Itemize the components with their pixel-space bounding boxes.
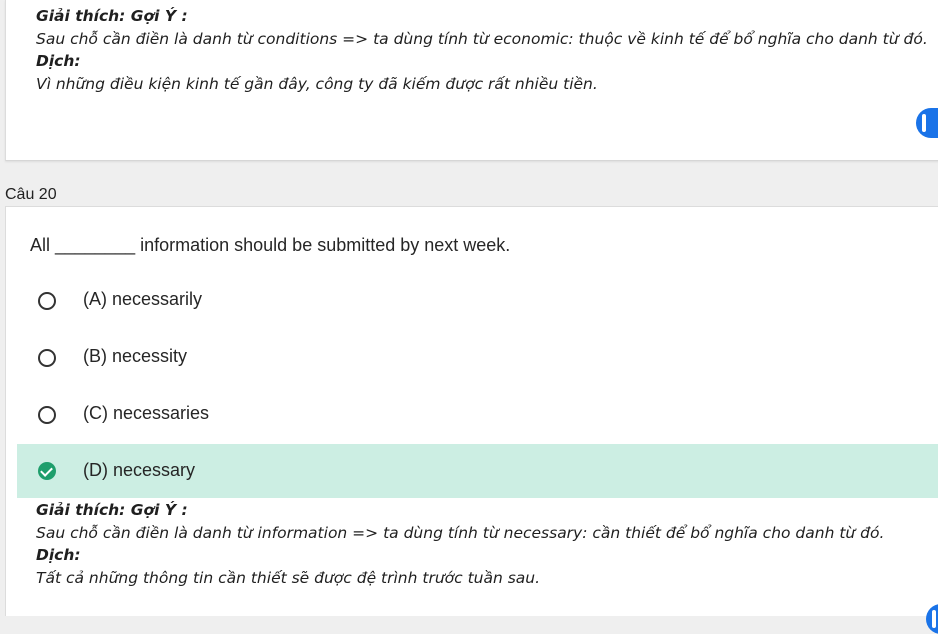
option-label: (B) necessity — [83, 346, 188, 366]
previous-question-card: Giải thích: Gợi Ý : Sau chỗ cần điền là … — [5, 0, 938, 161]
question-explanation: Giải thích: Gợi Ý : Sau chỗ cần điền là … — [36, 499, 884, 590]
previous-explanation: Giải thích: Gợi Ý : Sau chỗ cần điền là … — [36, 5, 928, 96]
option-label: (C) necessaries — [83, 403, 210, 423]
translation-heading: Dịch: — [36, 546, 81, 565]
answer-option-a[interactable]: (A) necessarily — [17, 273, 938, 327]
answer-option-c[interactable]: (C) necessaries — [17, 387, 938, 441]
explanation-text: Sau chỗ cần điền là danh từ information … — [36, 523, 885, 542]
check-circle-icon[interactable] — [38, 462, 56, 480]
question-card: All ________ information should be submi… — [5, 206, 938, 616]
radio-icon[interactable] — [38, 292, 56, 310]
radio-icon[interactable] — [38, 349, 56, 367]
option-label: (A) necessarily — [83, 289, 203, 309]
explanation-text: Sau chỗ cần điền là danh từ conditions =… — [36, 29, 928, 48]
translation-text: Tất cả những thông tin cần thiết sẽ được… — [36, 569, 541, 588]
explanation-heading: Giải thích: Gợi Ý : — [36, 7, 188, 25]
question-prompt: All ________ information should be submi… — [30, 235, 511, 255]
answer-option-b[interactable]: (B) necessity — [17, 330, 938, 384]
explanation-heading: Giải thích: Gợi Ý : — [36, 501, 188, 519]
question-number-label: Câu 20 — [5, 186, 57, 203]
side-toggle-button[interactable] — [916, 108, 938, 138]
option-label: (D) necessary — [83, 460, 196, 480]
radio-icon[interactable] — [38, 406, 56, 424]
answer-option-d[interactable]: (D) necessary — [17, 444, 938, 498]
translation-text: Vì những điều kiện kinh tế gần đây, công… — [36, 75, 598, 94]
translation-heading: Dịch: — [36, 52, 81, 71]
